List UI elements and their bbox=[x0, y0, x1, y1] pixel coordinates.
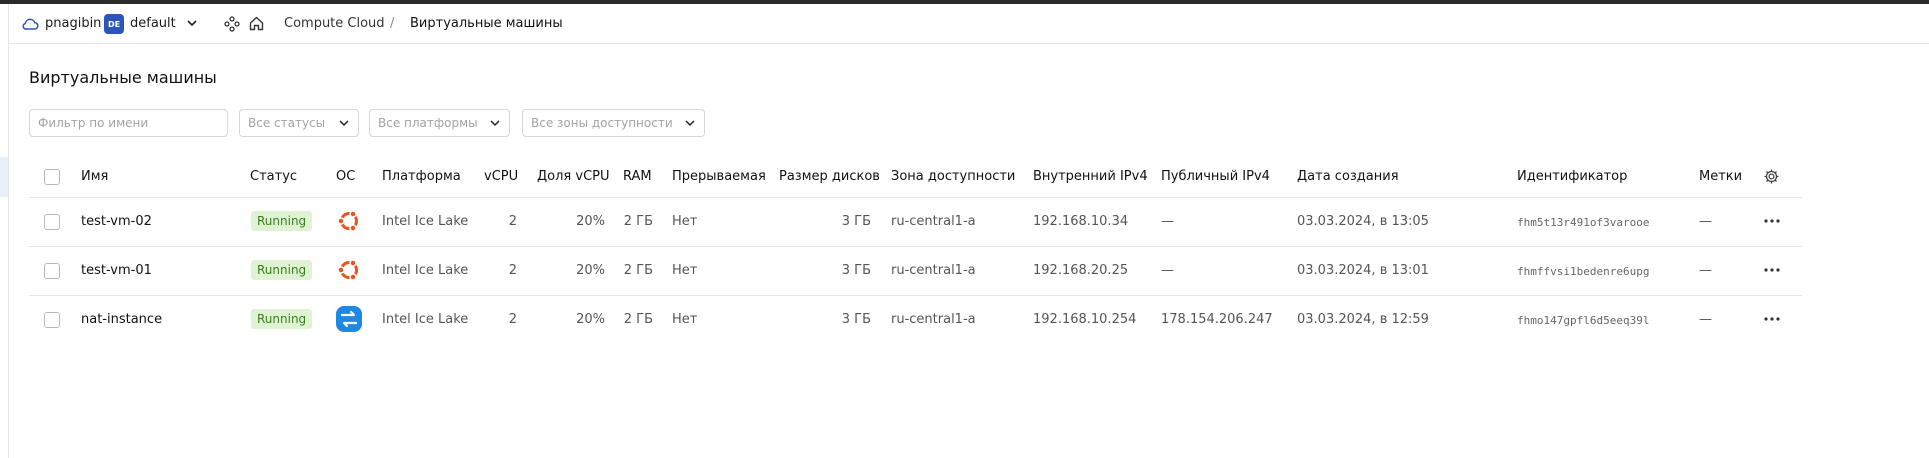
breadcrumb-current: Виртуальные машины bbox=[410, 16, 563, 31]
chevron-down-icon[interactable] bbox=[185, 16, 199, 30]
vcpu-value: 2 bbox=[508, 214, 517, 229]
platform-filter-select[interactable]: Все платформы bbox=[369, 109, 510, 137]
nat-instance-icon bbox=[336, 306, 362, 332]
cloud-icon[interactable] bbox=[21, 16, 39, 32]
zone-filter-value: Все зоны доступности bbox=[531, 116, 673, 130]
column-header-status[interactable]: Статус bbox=[250, 169, 297, 184]
column-header-zone[interactable]: Зона доступности bbox=[891, 169, 1015, 184]
breadcrumb-compute-cloud[interactable]: Compute Cloud bbox=[284, 16, 385, 31]
breadcrumb-separator: / bbox=[390, 16, 395, 31]
vcpu-value: 2 bbox=[508, 312, 517, 327]
chevron-down-icon bbox=[339, 120, 349, 127]
name-filter-input[interactable]: Фильтр по имени bbox=[29, 109, 228, 137]
status-filter-value: Все статусы bbox=[248, 116, 326, 130]
column-header-os[interactable]: ОС bbox=[336, 169, 355, 184]
services-icon[interactable] bbox=[224, 16, 240, 32]
vcpu-value: 2 bbox=[508, 263, 517, 278]
status-badge: Running bbox=[251, 309, 313, 329]
ram-value: 2 ГБ bbox=[623, 263, 653, 278]
status-badge: Running bbox=[251, 211, 313, 231]
public-ipv4-value: 178.154.206.247 bbox=[1161, 312, 1273, 327]
column-header-vcpu[interactable]: vCPU bbox=[484, 169, 518, 184]
labels-value: — bbox=[1699, 312, 1712, 327]
ram-value: 2 ГБ bbox=[623, 214, 653, 229]
platform-value: Intel Ice Lake bbox=[382, 312, 469, 327]
zone-value: ru-central1-a bbox=[891, 214, 976, 229]
row-checkbox[interactable] bbox=[44, 263, 60, 279]
internal-ipv4-value: 192.168.10.254 bbox=[1033, 312, 1137, 327]
column-header-id[interactable]: Идентификатор bbox=[1517, 169, 1627, 184]
column-header-internal-ipv4[interactable]: Внутренний IPv4 bbox=[1033, 169, 1148, 184]
preemptible-value: Нет bbox=[672, 263, 698, 278]
left-rail-active-marker bbox=[0, 157, 8, 197]
labels-value: — bbox=[1699, 214, 1712, 229]
preemptible-value: Нет bbox=[672, 312, 698, 327]
disk-size-value: 3 ГБ bbox=[841, 263, 871, 278]
labels-value: — bbox=[1699, 263, 1712, 278]
public-ipv4-value: — bbox=[1161, 214, 1174, 229]
vcpu-share-value: 20% bbox=[576, 263, 605, 278]
column-header-labels[interactable]: Метки bbox=[1699, 169, 1742, 184]
vm-name-link[interactable]: test-vm-02 bbox=[81, 214, 152, 229]
user-name[interactable]: pnagibin bbox=[45, 16, 101, 31]
home-icon[interactable] bbox=[248, 15, 265, 32]
table-divider bbox=[29, 197, 1802, 198]
public-ipv4-value: — bbox=[1161, 263, 1174, 278]
column-header-preemptible[interactable]: Прерываемая bbox=[672, 169, 766, 184]
zone-value: ru-central1-a bbox=[891, 312, 976, 327]
column-header-name[interactable]: Имя bbox=[81, 169, 108, 184]
ubuntu-icon bbox=[337, 259, 358, 281]
more-actions-icon[interactable] bbox=[1762, 309, 1782, 329]
created-value: 03.03.2024, в 13:01 bbox=[1297, 263, 1429, 278]
row-checkbox[interactable] bbox=[44, 214, 60, 230]
status-filter-select[interactable]: Все статусы bbox=[239, 109, 359, 137]
ram-value: 2 ГБ bbox=[623, 312, 653, 327]
table-divider bbox=[29, 246, 1802, 247]
disk-size-value: 3 ГБ bbox=[841, 214, 871, 229]
vcpu-share-value: 20% bbox=[576, 214, 605, 229]
vm-id-value[interactable]: fhmo147gpfl6d5eeq39l bbox=[1517, 314, 1649, 327]
column-header-disk-size[interactable]: Размер дисков bbox=[779, 169, 880, 184]
preemptible-value: Нет bbox=[672, 214, 698, 229]
folder-name[interactable]: default bbox=[130, 16, 176, 31]
column-header-ram[interactable]: RAM bbox=[623, 169, 652, 184]
zone-filter-select[interactable]: Все зоны доступности bbox=[522, 109, 705, 137]
created-value: 03.03.2024, в 13:05 bbox=[1297, 214, 1429, 229]
select-all-checkbox[interactable] bbox=[44, 169, 60, 185]
vcpu-share-value: 20% bbox=[576, 312, 605, 327]
name-filter-placeholder: Фильтр по имени bbox=[38, 116, 149, 130]
vm-name-link[interactable]: test-vm-01 bbox=[81, 263, 152, 278]
platform-value: Intel Ice Lake bbox=[382, 263, 469, 278]
internal-ipv4-value: 192.168.20.25 bbox=[1033, 263, 1129, 278]
left-rail bbox=[0, 4, 9, 458]
table-divider bbox=[29, 295, 1802, 296]
header: pnagibin DE default Compute Cloud / Вирт… bbox=[9, 4, 1929, 44]
created-value: 03.03.2024, в 12:59 bbox=[1297, 312, 1429, 327]
internal-ipv4-value: 192.168.10.34 bbox=[1033, 214, 1129, 229]
disk-size-value: 3 ГБ bbox=[841, 312, 871, 327]
ubuntu-icon bbox=[337, 210, 358, 232]
more-actions-icon[interactable] bbox=[1762, 260, 1782, 280]
vm-id-value[interactable]: fhm5t13r491of3varooe bbox=[1517, 216, 1649, 229]
vm-id-value[interactable]: fhmffvsi1bedenre6upg bbox=[1517, 265, 1649, 278]
chevron-down-icon bbox=[490, 120, 500, 127]
chevron-down-icon bbox=[685, 120, 695, 127]
platform-value: Intel Ice Lake bbox=[382, 214, 469, 229]
more-actions-icon[interactable] bbox=[1762, 211, 1782, 231]
platform-filter-value: Все платформы bbox=[378, 116, 478, 130]
zone-value: ru-central1-a bbox=[891, 263, 976, 278]
folder-badge: DE bbox=[104, 14, 124, 34]
column-header-created[interactable]: Дата создания bbox=[1297, 169, 1399, 184]
vm-name-link[interactable]: nat-instance bbox=[81, 312, 162, 327]
column-header-vcpu-share[interactable]: Доля vCPU bbox=[537, 169, 610, 184]
gear-icon[interactable] bbox=[1763, 168, 1780, 185]
column-header-platform[interactable]: Платформа bbox=[382, 169, 461, 184]
column-header-public-ipv4[interactable]: Публичный IPv4 bbox=[1161, 169, 1270, 184]
page-title: Виртуальные машины bbox=[29, 68, 217, 87]
row-checkbox[interactable] bbox=[44, 312, 60, 328]
status-badge: Running bbox=[251, 260, 313, 280]
